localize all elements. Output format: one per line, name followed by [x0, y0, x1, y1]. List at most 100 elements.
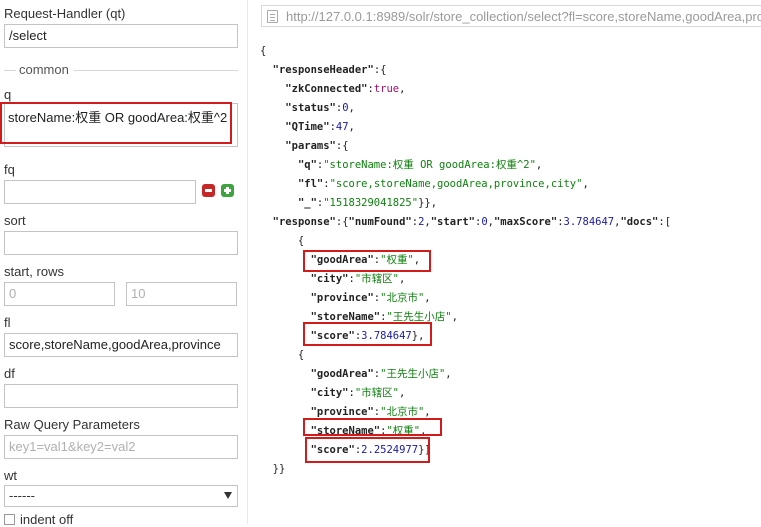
json-line: "province":"北京市", — [260, 291, 431, 305]
json-token: , — [424, 292, 431, 304]
json-line: "fl":"score,storeName,goodArea,province,… — [260, 177, 589, 191]
query-form-panel: Request-Handler (qt) /select common q st… — [0, 0, 244, 527]
json-token: "city" — [310, 387, 349, 399]
json-token: 47 — [335, 121, 349, 133]
fq-input[interactable] — [4, 180, 196, 204]
sort-label: sort — [4, 213, 26, 228]
json-token: "responseHeader" — [272, 64, 374, 76]
json-token: "numFound" — [348, 216, 412, 228]
goodarea-highlight-box — [303, 250, 431, 272]
common-legend-text: common — [19, 62, 69, 77]
request-handler-input[interactable]: /select — [4, 24, 238, 48]
json-token: , — [348, 121, 355, 133]
json-token: "QTime" — [285, 121, 330, 133]
json-token: , — [399, 387, 406, 399]
json-token: , — [451, 311, 458, 323]
json-line: "province":"北京市", — [260, 405, 431, 419]
raw-query-input[interactable]: key1=val1&key2=val2 — [4, 435, 238, 459]
json-token: "市辖区" — [354, 387, 399, 399]
json-token: "storeName:权重 OR goodArea:权重^2" — [323, 159, 536, 171]
wt-select[interactable]: ------ — [4, 485, 238, 507]
json-token: "docs" — [620, 216, 659, 228]
json-line: { — [260, 44, 266, 58]
json-token: , — [582, 178, 589, 190]
json-token: "北京市" — [380, 406, 425, 418]
rows-input[interactable]: 10 — [126, 282, 237, 306]
score-highlight-box-1 — [303, 322, 432, 346]
json-token: }} — [260, 463, 286, 475]
json-token: , — [399, 273, 406, 285]
json-token: , — [399, 83, 406, 95]
legend-line-right — [74, 70, 238, 71]
json-line: { — [260, 234, 304, 248]
storename-highlight-box — [303, 418, 442, 436]
json-line: "q":"storeName:权重 OR goodArea:权重^2", — [260, 158, 542, 172]
add-fq-button[interactable] — [221, 184, 234, 197]
wt-label: wt — [4, 468, 17, 483]
json-token: "fl" — [297, 178, 324, 190]
json-token: :[ — [658, 216, 672, 228]
fl-input[interactable]: score,storeName,goodArea,province — [4, 333, 238, 357]
json-token: , — [424, 406, 431, 418]
q-highlight-box — [0, 102, 232, 144]
indent-checkbox[interactable] — [4, 514, 15, 525]
json-token: "北京市" — [380, 292, 425, 304]
json-token: { — [260, 235, 305, 247]
json-line: "QTime":47, — [260, 120, 355, 134]
common-fieldset-legend: common — [0, 62, 240, 78]
q-label: q — [4, 87, 12, 102]
remove-fq-button[interactable] — [202, 184, 215, 197]
json-token: "zkConnected" — [285, 83, 368, 95]
wt-selected-value: ------ — [9, 488, 35, 503]
dropdown-arrow-icon — [224, 492, 232, 499]
json-line: "response":{"numFound":2,"start":0,"maxS… — [260, 215, 671, 229]
json-token: { — [260, 45, 267, 57]
json-token: , — [535, 159, 543, 171]
df-input[interactable] — [4, 384, 238, 408]
json-line: "city":"市辖区", — [260, 386, 406, 400]
json-line: "status":0, — [260, 101, 355, 115]
json-token: { — [260, 349, 305, 361]
json-line: "_":"1518329041825"}}, — [260, 196, 437, 210]
json-token: "市辖区" — [354, 273, 399, 285]
json-token: "response" — [272, 216, 336, 228]
json-token: :{ — [373, 64, 387, 76]
json-token: "1518329041825" — [323, 197, 419, 209]
fl-label: fl — [4, 315, 11, 330]
json-line: "params":{ — [260, 139, 349, 153]
json-token: "params" — [285, 140, 336, 152]
json-token: "province" — [310, 406, 374, 418]
json-line: }} — [260, 462, 286, 476]
json-line: "responseHeader":{ — [260, 63, 387, 77]
panel-divider — [247, 0, 248, 524]
request-handler-label: Request-Handler (qt) — [4, 6, 126, 21]
score-highlight-box-2 — [305, 437, 430, 463]
json-line: "zkConnected":true, — [260, 82, 405, 96]
json-token: "status" — [285, 102, 336, 114]
sort-input[interactable] — [4, 231, 238, 255]
legend-line-left — [4, 70, 16, 71]
json-token: "_" — [297, 197, 317, 209]
json-token: :{ — [335, 140, 349, 152]
start-input[interactable]: 0 — [4, 282, 115, 306]
json-token: "province" — [310, 292, 374, 304]
df-label: df — [4, 366, 15, 381]
json-token: 3.784647 — [563, 216, 615, 228]
json-token: }}, — [418, 197, 438, 209]
json-token: :{ — [335, 216, 349, 228]
json-line: "goodArea":"王先生小店", — [260, 367, 452, 381]
json-token: "city" — [310, 273, 349, 285]
